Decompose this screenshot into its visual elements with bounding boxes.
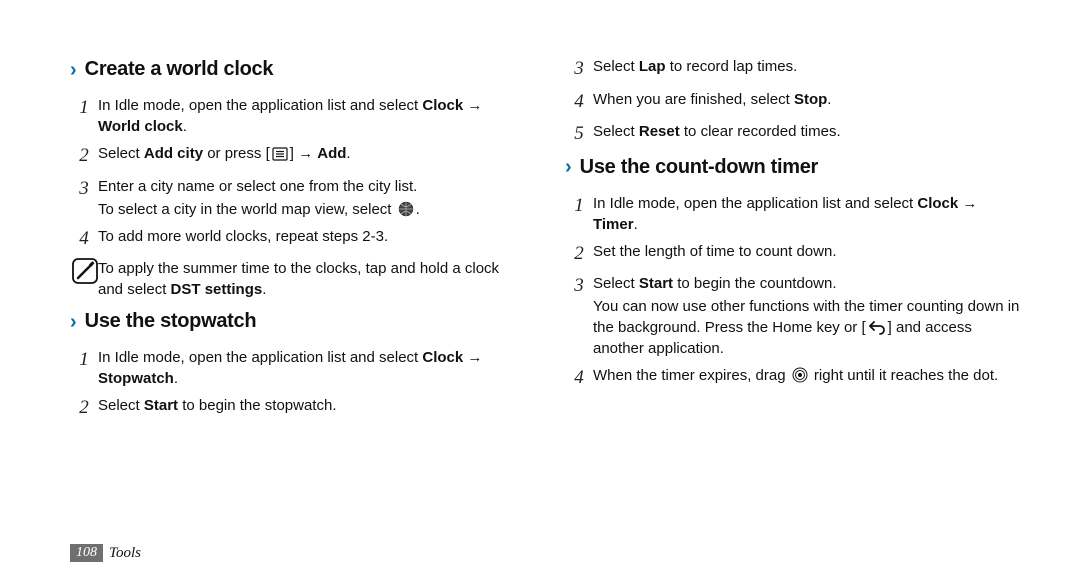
step-number: 5 [565, 121, 593, 148]
drag-handle-icon [792, 367, 808, 383]
right-column: 3Select Lap to record lap times.4When yo… [565, 50, 1020, 428]
chapter-name: Tools [109, 545, 141, 562]
back-icon [868, 321, 886, 335]
step-number: 4 [70, 226, 98, 253]
instruction-step: 1In Idle mode, open the application list… [565, 193, 1020, 235]
step-text: When you are finished, select Stop. [593, 89, 831, 116]
manual-page: ›Create a world clock1In Idle mode, open… [0, 0, 1080, 586]
step-text: In Idle mode, open the application list … [98, 95, 525, 137]
step-text: Select Start to begin the countdown.You … [593, 273, 1020, 359]
instruction-step: 2Select Add city or press [] → Add. [70, 143, 525, 170]
step-number: 1 [565, 193, 593, 235]
instruction-step: 4When the timer expires, drag right unti… [565, 365, 1020, 392]
section-title: Create a world clock [85, 58, 274, 81]
step-number: 2 [70, 395, 98, 422]
chevron-right-icon: › [565, 157, 572, 177]
step-number: 2 [565, 241, 593, 268]
section-title: Use the stopwatch [85, 310, 257, 333]
note-box: To apply the summer time to the clocks, … [70, 258, 525, 300]
two-column-layout: ›Create a world clock1In Idle mode, open… [70, 50, 1020, 428]
instruction-step: 4When you are finished, select Stop. [565, 89, 1020, 116]
instruction-step: 3Select Lap to record lap times. [565, 56, 1020, 83]
step-number: 3 [70, 176, 98, 220]
step-text: Select Reset to clear recorded times. [593, 121, 841, 148]
instruction-step: 4To add more world clocks, repeat steps … [70, 226, 525, 253]
step-text: Select Lap to record lap times. [593, 56, 797, 83]
instruction-step: 3Enter a city name or select one from th… [70, 176, 525, 220]
menu-icon [272, 147, 288, 161]
step-text: To add more world clocks, repeat steps 2… [98, 226, 388, 253]
step-number: 3 [565, 273, 593, 359]
step-text: Set the length of time to count down. [593, 241, 837, 268]
step-text: When the timer expires, drag right until… [593, 365, 998, 392]
step-text: Select Add city or press [] → Add. [98, 143, 351, 170]
step-number: 4 [565, 89, 593, 116]
note-icon [72, 258, 98, 284]
step-number: 1 [70, 95, 98, 137]
step-text: In Idle mode, open the application list … [98, 347, 525, 389]
instruction-step: 3Select Start to begin the countdown.You… [565, 273, 1020, 359]
instruction-step: 5Select Reset to clear recorded times. [565, 121, 1020, 148]
section-header: › Use the stopwatch [70, 310, 525, 333]
globe-icon [398, 201, 414, 217]
step-text: Enter a city name or select one from the… [98, 176, 420, 220]
step-number: 2 [70, 143, 98, 170]
left-column: ›Create a world clock1In Idle mode, open… [70, 50, 525, 428]
note-text: To apply the summer time to the clocks, … [98, 258, 525, 300]
step-number: 1 [70, 347, 98, 389]
section-header: › Use the count-down timer [565, 156, 1020, 179]
instruction-step: 1In Idle mode, open the application list… [70, 347, 525, 389]
step-number: 4 [565, 365, 593, 392]
instruction-step: 1In Idle mode, open the application list… [70, 95, 525, 137]
instruction-step: 2Set the length of time to count down. [565, 241, 1020, 268]
chevron-right-icon: › [70, 312, 77, 332]
step-number: 3 [565, 56, 593, 83]
page-footer: 108 Tools [70, 544, 141, 562]
page-number: 108 [70, 544, 103, 562]
chevron-right-icon: › [70, 60, 77, 80]
step-text: In Idle mode, open the application list … [593, 193, 1020, 235]
section-title: Use the count-down timer [580, 156, 818, 179]
section-header: › Create a world clock [70, 58, 525, 81]
step-text: Select Start to begin the stopwatch. [98, 395, 336, 422]
instruction-step: 2Select Start to begin the stopwatch. [70, 395, 525, 422]
